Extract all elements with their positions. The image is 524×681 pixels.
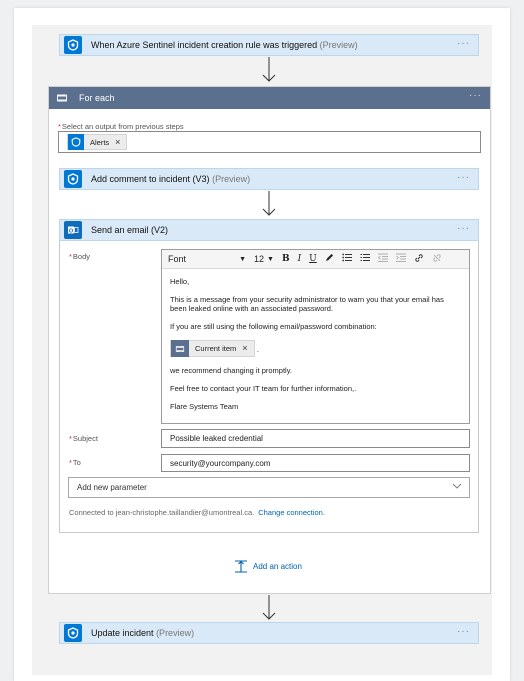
send-email-title: Send an email (V2): [91, 225, 169, 235]
font-size-value: 12: [254, 254, 265, 264]
loop-icon: [55, 91, 69, 105]
azure-sentinel-icon: [64, 624, 82, 642]
italic-icon[interactable]: I: [298, 254, 302, 264]
underline-icon[interactable]: U: [309, 254, 317, 264]
decrease-indent-icon[interactable]: [377, 253, 388, 265]
connected-text: Connected to jean-christophe.taillandier…: [69, 508, 255, 517]
loop-icon: [171, 340, 189, 357]
add-param-label: Add new parameter: [77, 483, 147, 492]
add-comment-title: Add comment to incident (V3) (Preview): [91, 174, 251, 184]
add-action-button[interactable]: Add an action: [234, 560, 302, 573]
token-label: Alerts: [90, 137, 110, 147]
token-label: Current item: [195, 344, 237, 353]
add-new-parameter-dropdown[interactable]: Add new parameter: [68, 477, 470, 498]
add-action-label: Add an action: [253, 562, 302, 571]
font-size-select[interactable]: 12 ▼: [254, 254, 274, 264]
body-line: Flare Systems Team: [170, 402, 239, 411]
azure-sentinel-icon: [64, 170, 82, 188]
more-options-icon[interactable]: ···: [469, 90, 482, 101]
body-line: If you are still using the following ema…: [170, 322, 377, 331]
to-input[interactable]: security@yourcompany.com: [161, 454, 470, 472]
add-comment-card[interactable]: Add comment to incident (V3) (Preview) ·…: [59, 168, 479, 190]
body-line: Hello,: [170, 277, 190, 286]
send-email-header[interactable]: O Send an email (V2) ···: [59, 219, 479, 241]
editor-toolbar: Font ▼ 12 ▼ B I U: [162, 250, 469, 269]
dropdown-arrow-icon: ▼: [267, 255, 274, 263]
preview-label: (Preview): [156, 628, 195, 638]
alerts-token[interactable]: Alerts ×: [67, 134, 128, 150]
add-action-icon: [234, 560, 248, 573]
flow-arrow: [262, 57, 276, 82]
body-line: This is a message from your security adm…: [170, 295, 444, 313]
pen-icon[interactable]: [325, 253, 334, 265]
close-icon[interactable]: ×: [242, 344, 247, 353]
for-each-title: For each: [79, 93, 115, 103]
link-icon[interactable]: [414, 253, 424, 266]
dropdown-arrow-icon: ▼: [239, 255, 246, 263]
subject-value: Possible leaked credential: [170, 434, 263, 443]
bulleted-list-icon[interactable]: [342, 253, 352, 265]
body-line: Feel free to contact your IT team for fu…: [170, 384, 357, 393]
chevron-down-icon: [452, 482, 462, 492]
preview-label: (Preview): [319, 40, 358, 50]
bold-icon[interactable]: B: [282, 254, 290, 264]
unlink-icon[interactable]: [432, 253, 442, 266]
preview-label: (Preview): [212, 174, 251, 184]
update-incident-card[interactable]: Update incident (Preview) ···: [59, 622, 479, 644]
increase-indent-icon[interactable]: [395, 253, 406, 265]
flow-arrow: [262, 595, 276, 620]
current-item-token[interactable]: Current item ×: [170, 340, 255, 357]
font-value: Font: [168, 254, 187, 264]
close-icon[interactable]: ×: [115, 137, 120, 147]
font-select[interactable]: Font ▼: [168, 254, 246, 264]
to-label: *To: [69, 458, 81, 467]
trigger-card[interactable]: When Azure Sentinel incident creation ru…: [59, 34, 479, 56]
body-label: *Body: [69, 252, 91, 261]
more-options-icon[interactable]: ···: [457, 172, 470, 183]
connection-info: Connected to jean-christophe.taillandier…: [69, 508, 325, 517]
azure-sentinel-icon: [64, 36, 82, 54]
svg-text:O: O: [69, 228, 74, 234]
to-value: security@yourcompany.com: [170, 458, 271, 468]
email-body: Hello, This is a message from your secur…: [162, 269, 469, 411]
select-output-field[interactable]: Alerts ×: [58, 131, 481, 153]
flow-arrow: [262, 191, 276, 216]
select-output-label: *Select an output from previous steps: [58, 122, 184, 131]
body-editor[interactable]: Font ▼ 12 ▼ B I U Hello, This is a messa…: [161, 249, 470, 424]
outlook-icon: O: [64, 221, 82, 239]
token-suffix: ·: [256, 346, 260, 356]
trigger-title: When Azure Sentinel incident creation ru…: [91, 40, 358, 50]
subject-input[interactable]: Possible leaked credential: [161, 429, 470, 448]
send-email-card: O Send an email (V2) ··· *Body Font ▼ 12 ▼…: [59, 219, 479, 533]
more-options-icon[interactable]: ···: [457, 38, 470, 49]
update-incident-title: Update incident (Preview): [91, 628, 195, 638]
more-options-icon[interactable]: ···: [457, 223, 470, 234]
numbered-list-icon[interactable]: [360, 253, 370, 265]
more-options-icon[interactable]: ···: [457, 626, 470, 637]
change-connection-link[interactable]: Change connection.: [258, 508, 325, 517]
body-token-line: Current item × ·: [170, 340, 461, 357]
subject-label: *Subject: [69, 434, 98, 443]
body-line: we recommend changing it promptly.: [170, 366, 292, 375]
for-each-header[interactable]: For each ···: [49, 87, 490, 109]
azure-sentinel-icon: [68, 134, 84, 150]
